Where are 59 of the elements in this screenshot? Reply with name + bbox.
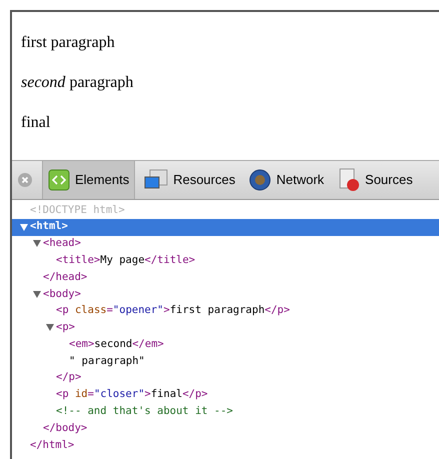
- code-token: id: [74, 387, 88, 402]
- expanded-triangle-icon[interactable]: [20, 224, 28, 231]
- dom-line[interactable]: <body>: [12, 286, 439, 303]
- code-token: >: [144, 387, 151, 402]
- expanded-triangle-icon[interactable]: [46, 324, 54, 332]
- code-token: </p>: [182, 387, 208, 402]
- dom-line[interactable]: <title>My page</title>: [12, 252, 439, 270]
- dom-line[interactable]: <p class="opener">first paragraph</p>: [12, 302, 439, 320]
- code-token: <p: [56, 303, 69, 318]
- code-token: final: [150, 387, 182, 402]
- code-token: "opener": [112, 303, 164, 318]
- windows-icon: [144, 169, 168, 191]
- code-token: <head>: [43, 236, 81, 252]
- code-token: </body>: [43, 420, 88, 436]
- dom-line[interactable]: <head>: [12, 236, 439, 252]
- dom-line[interactable]: </body>: [12, 420, 439, 438]
- code-token: </title>: [144, 252, 196, 268]
- dom-line[interactable]: <p>: [12, 320, 439, 336]
- code-token: class: [74, 303, 107, 318]
- code-brackets-icon: [48, 169, 70, 191]
- code-token: </p>: [56, 370, 82, 386]
- code-token: </head>: [43, 270, 88, 285]
- page-paragraph: second paragraph: [21, 73, 134, 93]
- panel-tab[interactable]: Network: [244, 161, 330, 199]
- code-token: >: [164, 303, 170, 318]
- code-token: =: [106, 303, 113, 318]
- code-token: </em>: [132, 336, 164, 352]
- code-token: <p: [56, 387, 69, 402]
- code-token: =: [88, 387, 94, 402]
- code-token: <em>: [69, 336, 94, 352]
- code-token: <body>: [43, 286, 81, 302]
- code-token: </p>: [264, 303, 290, 318]
- code-token: <!DOCTYPE html>: [30, 202, 125, 218]
- code-token: <title>: [56, 252, 100, 268]
- panel-tab[interactable]: Sources: [333, 161, 418, 199]
- code-token: </html>: [30, 438, 74, 453]
- code-token: first paragraph: [170, 303, 265, 318]
- code-token: " paragraph": [69, 354, 145, 369]
- dom-line[interactable]: " paragraph": [12, 353, 439, 370]
- page-paragraph: final: [21, 113, 52, 133]
- globe-icon: [249, 169, 272, 191]
- dom-line[interactable]: <em>second</em>: [12, 336, 439, 354]
- code-token: <!-- and that's about it -->: [56, 404, 234, 420]
- code-token: <html>: [30, 219, 68, 234]
- dom-line[interactable]: <p id="closer">final</p>: [12, 386, 439, 404]
- dom-line[interactable]: </html>: [12, 437, 439, 454]
- panel-tab[interactable]: Resources: [139, 161, 240, 199]
- document-icon: [338, 168, 360, 192]
- dom-line[interactable]: </p>: [12, 370, 439, 387]
- code-token: My page: [100, 252, 145, 268]
- dom-line[interactable]: <!-- and that's about it -->: [12, 404, 439, 420]
- code-token: <p>: [56, 320, 75, 336]
- expanded-triangle-icon[interactable]: [33, 240, 41, 248]
- page-paragraph: first paragraph: [21, 33, 116, 53]
- dom-line[interactable]: </head>: [12, 269, 439, 286]
- expanded-triangle-icon[interactable]: [33, 290, 41, 298]
- code-token: "closer": [94, 387, 145, 402]
- panel-tab[interactable]: Elements: [42, 161, 136, 199]
- code-token: second: [94, 336, 132, 352]
